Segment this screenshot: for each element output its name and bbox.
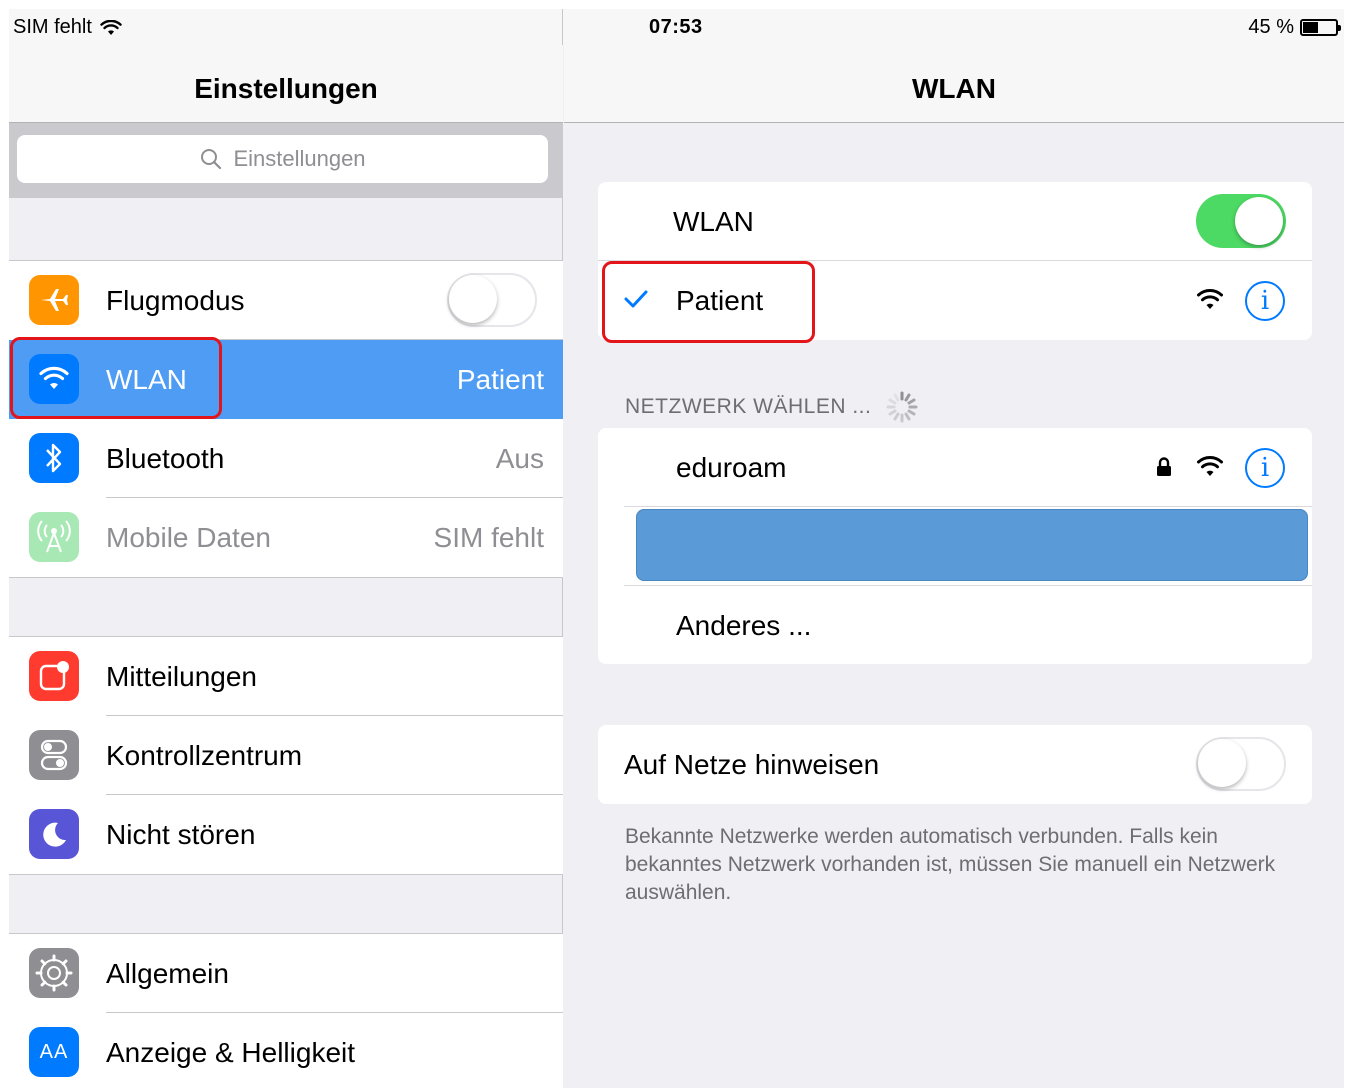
notifications-icon: [29, 651, 79, 701]
network-row-redacted[interactable]: [598, 507, 1312, 586]
settings-master-pane: Einstellungen Einstellungen Flugmodus WL…: [9, 9, 563, 1088]
lock-icon: [1157, 457, 1171, 476]
wlan-label: WLAN: [673, 206, 754, 237]
annotation-highlight-wlan: [10, 337, 222, 419]
sidebar-item-nicht-stoeren[interactable]: Nicht stören: [9, 795, 563, 874]
ask-join-label: Auf Netze hinweisen: [624, 749, 880, 780]
sidebar-item-anzeige[interactable]: AA Anzeige & Helligkeit: [9, 1013, 563, 1088]
sidebar-item-label: Flugmodus: [106, 284, 245, 316]
right-nav-bar: WLAN: [564, 45, 1344, 123]
search-bar: Einstellungen: [9, 123, 563, 198]
wlan-toggle-row: WLAN: [598, 182, 1312, 261]
networks-card: eduroam i Anderes ...: [598, 428, 1312, 664]
annotation-highlight-patient: [602, 261, 815, 343]
info-icon[interactable]: i: [1245, 448, 1285, 488]
redacted-network: [636, 509, 1308, 581]
display-icon: AA: [29, 1027, 79, 1077]
sidebar-item-value: Patient: [456, 363, 544, 395]
wlan-detail-pane: WLAN WLAN Patient i NETZWERK WÄHLEN ... …: [564, 9, 1344, 1088]
section-header-label: NETZWERK WÄHLEN ...: [625, 395, 872, 418]
wifi-signal-icon: [1197, 456, 1223, 476]
network-name: eduroam: [676, 452, 787, 483]
sidebar-item-kontrollzentrum[interactable]: Kontrollzentrum: [9, 716, 563, 795]
sidebar-item-label: Mobile Daten: [106, 521, 271, 553]
other-network-label: Anderes ...: [676, 610, 812, 641]
sidebar-item-label: Bluetooth: [106, 442, 225, 474]
wlan-toggle[interactable]: [1196, 194, 1286, 248]
left-nav-bar: Einstellungen: [9, 45, 563, 123]
bluetooth-icon: [29, 433, 79, 483]
search-input[interactable]: Einstellungen: [17, 135, 548, 183]
settings-group-system: Mitteilungen Kontrollzentrum Nicht störe…: [9, 636, 563, 875]
airplane-icon: [29, 275, 79, 325]
sidebar-item-value: Aus: [495, 442, 544, 474]
sidebar-item-bluetooth[interactable]: Bluetooth Aus: [9, 419, 563, 498]
sidebar-item-value: SIM fehlt: [433, 521, 544, 553]
info-icon[interactable]: i: [1245, 281, 1285, 321]
sidebar-item-flugmodus[interactable]: Flugmodus: [9, 261, 563, 340]
network-row-other[interactable]: Anderes ...: [598, 586, 1312, 665]
airplane-mode-toggle[interactable]: [447, 273, 537, 327]
ask-join-toggle[interactable]: [1196, 737, 1286, 791]
gear-icon: [29, 948, 79, 998]
settings-group-connectivity: Flugmodus WLAN Patient Bluetooth Aus Mob…: [9, 260, 563, 578]
moon-icon: [29, 809, 79, 859]
ipad-screen: SIM fehlt 07:53 45 % Einstellungen Einst…: [9, 9, 1344, 1088]
sidebar-item-label: Anzeige & Helligkeit: [106, 1036, 356, 1068]
sidebar-item-label: Kontrollzentrum: [106, 739, 303, 771]
search-placeholder: Einstellungen: [233, 146, 366, 171]
sidebar-item-mobile-daten[interactable]: Mobile Daten SIM fehlt: [9, 498, 563, 577]
sidebar-item-allgemein[interactable]: Allgemein: [9, 934, 563, 1013]
loading-spinner-icon: [886, 391, 918, 423]
control-center-icon: [29, 730, 79, 780]
section-header: NETZWERK WÄHLEN ...: [625, 390, 919, 424]
sidebar-item-mitteilungen[interactable]: Mitteilungen: [9, 637, 563, 716]
search-icon: [201, 149, 222, 170]
settings-group-general: Allgemein AA Anzeige & Helligkeit: [9, 933, 563, 1088]
network-row-eduroam[interactable]: eduroam i: [598, 428, 1312, 507]
page-title: Einstellungen: [194, 73, 378, 104]
sidebar-item-label: Allgemein: [106, 957, 229, 989]
footer-description: Bekannte Netzwerke werden automatisch ve…: [625, 825, 1276, 904]
wifi-signal-icon: [1197, 289, 1223, 309]
ask-join-card: Auf Netze hinweisen: [598, 725, 1312, 804]
detail-title: WLAN: [912, 73, 996, 104]
ask-join-row: Auf Netze hinweisen: [598, 725, 1312, 804]
sidebar-item-label: Nicht stören: [106, 818, 256, 850]
cellular-icon: [29, 512, 79, 562]
sidebar-item-label: Mitteilungen: [106, 660, 257, 692]
